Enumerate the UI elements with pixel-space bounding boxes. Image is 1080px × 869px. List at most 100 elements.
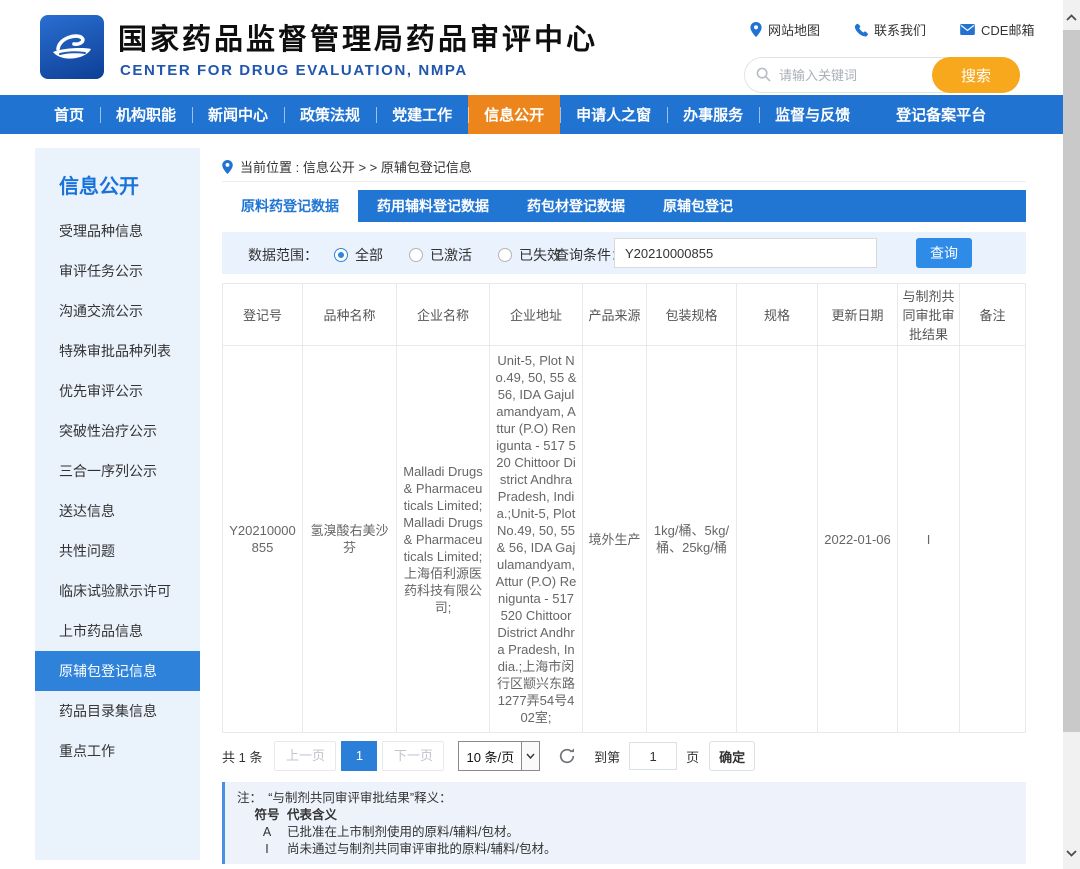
note-box: 注： “与制剂共同审评审批结果”释义： 符号 代表含义 A 已批准在上市制剂使用… (222, 782, 1026, 864)
page-size-value: 10 条/页 (459, 747, 521, 766)
page-size-select[interactable]: 10 条/页 (458, 741, 540, 771)
sidebar-item[interactable]: 原辅包登记信息 (35, 651, 200, 691)
swan-icon (49, 26, 95, 68)
note-symbol: A (251, 824, 283, 841)
filter-bar: 数据范围： 全部 已激活 已失效 查询条件： 查询 (222, 232, 1026, 274)
next-page-button[interactable]: 下一页 (382, 741, 444, 771)
nav-item[interactable]: 申请人之窗 (560, 95, 667, 134)
pagination: 共 1 条 上一页 1 下一页 10 条/页 到第 页 确定 (222, 741, 1026, 771)
tab[interactable]: 药包材登记数据 (508, 190, 644, 222)
sidebar-item[interactable]: 送达信息 (35, 491, 200, 531)
sidebar-item[interactable]: 审评任务公示 (35, 251, 200, 291)
breadcrumb: 当前位置 : 信息公开 > > 原辅包登记信息 (222, 152, 1026, 182)
sitemap-label: 网站地图 (768, 20, 820, 39)
sidebar-title: 信息公开 (35, 148, 200, 211)
search-icon (756, 67, 771, 82)
column-header: 包装规格 (647, 284, 737, 346)
site-subtitle: CENTER FOR DRUG EVALUATION, NMPA (120, 62, 468, 79)
nav-item[interactable]: 党建工作 (376, 95, 468, 134)
sidebar-item[interactable]: 共性问题 (35, 531, 200, 571)
page-number-button[interactable]: 1 (341, 741, 377, 771)
main-nav: 首页机构职能新闻中心政策法规党建工作信息公开申请人之窗办事服务监督与反馈登记备案… (0, 95, 1063, 134)
table-cell: Y20210000855 (223, 346, 303, 733)
sidebar-item[interactable]: 三合一序列公示 (35, 451, 200, 491)
breadcrumb-text: 当前位置 : 信息公开 > > 原辅包登记信息 (240, 157, 472, 176)
chevron-down-icon (521, 742, 539, 770)
sidebar-menu: 受理品种信息审评任务公示沟通交流公示特殊审批品种列表优先审评公示突破性治疗公示三… (35, 211, 200, 771)
table-header-row: 登记号品种名称企业名称企业地址产品来源包装规格规格更新日期与制剂共同审批审批结果… (223, 284, 1026, 346)
scroll-down-icon[interactable] (1066, 844, 1077, 862)
map-pin-icon (750, 22, 762, 37)
column-header: 与制剂共同审批审批结果 (898, 284, 960, 346)
sidebar-item[interactable]: 受理品种信息 (35, 211, 200, 251)
table-cell: 1kg/桶、5kg/桶、25kg/桶 (647, 346, 737, 733)
note-row: 符号 代表含义 (237, 807, 1016, 824)
sitemap-link[interactable]: 网站地图 (750, 20, 820, 39)
site-header: 国家药品监督管理局药品审评中心 CENTER FOR DRUG EVALUATI… (0, 0, 1063, 95)
goto-page-input[interactable] (629, 742, 677, 770)
cde-logo (40, 15, 104, 79)
note-meaning: 已批准在上市制剂使用的原料/辅料/包材。 (287, 824, 519, 841)
table-cell: I (898, 346, 960, 733)
contact-label: 联系我们 (874, 20, 926, 39)
sidebar-item[interactable]: 特殊审批品种列表 (35, 331, 200, 371)
table-cell: Malladi Drugs & Pharmaceuticals Limited;… (397, 346, 490, 733)
mail-label: CDE邮箱 (981, 20, 1034, 39)
refresh-icon[interactable] (558, 747, 576, 765)
column-header: 企业名称 (397, 284, 490, 346)
page: 国家药品监督管理局药品审评中心 CENTER FOR DRUG EVALUATI… (0, 0, 1063, 869)
column-header: 更新日期 (818, 284, 898, 346)
table-body: Y20210000855氢溴酸右美沙芬Malladi Drugs & Pharm… (223, 346, 1026, 733)
note-row: A 已批准在上市制剂使用的原料/辅料/包材。 (237, 824, 1016, 841)
radio-option[interactable]: 全部 (334, 245, 383, 265)
tab[interactable]: 药用辅料登记数据 (358, 190, 508, 222)
sidebar-item[interactable]: 突破性治疗公示 (35, 411, 200, 451)
nav-item[interactable]: 监督与反馈 (759, 95, 866, 134)
radio-circle-icon (498, 248, 512, 262)
nav-item[interactable]: 政策法规 (284, 95, 376, 134)
nav-item[interactable]: 首页 (38, 95, 100, 134)
scroll-up-icon[interactable] (1066, 8, 1077, 26)
radio-label: 全部 (355, 245, 383, 265)
radio-option[interactable]: 已激活 (409, 245, 472, 265)
header-quick-links: 网站地图 联系我们 CDE邮箱 (750, 20, 1034, 39)
table-cell: 境外生产 (583, 346, 647, 733)
sidebar-item[interactable]: 优先审评公示 (35, 371, 200, 411)
nav-item[interactable]: 办事服务 (667, 95, 759, 134)
prev-page-button[interactable]: 上一页 (274, 741, 336, 771)
radio-circle-icon (409, 248, 423, 262)
scrollbar-thumb[interactable] (1063, 30, 1080, 732)
mail-link[interactable]: CDE邮箱 (960, 20, 1034, 39)
site-title: 国家药品监督管理局药品审评中心 (118, 16, 598, 58)
sidebar-item[interactable]: 药品目录集信息 (35, 691, 200, 731)
radio-option[interactable]: 已失效 (498, 245, 561, 265)
page-unit-label: 页 (686, 747, 699, 766)
note-title: 注： “与制剂共同审评审批结果”释义： (237, 787, 1016, 807)
table-cell: 2022-01-06 (818, 346, 898, 733)
nav-item[interactable]: 登记备案平台 (880, 95, 1002, 134)
confirm-button[interactable]: 确定 (709, 741, 755, 771)
tab[interactable]: 原料药登记数据 (222, 190, 358, 222)
tab[interactable]: 原辅包登记 (644, 190, 752, 222)
main-content: 当前位置 : 信息公开 > > 原辅包登记信息 原料药登记数据药用辅料登记数据药… (222, 152, 1026, 864)
contact-link[interactable]: 联系我们 (854, 20, 926, 39)
sidebar-item[interactable]: 沟通交流公示 (35, 291, 200, 331)
note-symbol: 符号 (251, 807, 283, 824)
phone-icon (854, 23, 868, 37)
query-input[interactable] (614, 238, 877, 268)
sidebar-item[interactable]: 重点工作 (35, 731, 200, 771)
nav-item[interactable]: 机构职能 (100, 95, 192, 134)
vertical-scrollbar[interactable] (1063, 0, 1080, 869)
results-table: 登记号品种名称企业名称企业地址产品来源包装规格规格更新日期与制剂共同审批审批结果… (222, 283, 1026, 733)
nav-item[interactable]: 信息公开 (468, 95, 560, 134)
table-cell: 氢溴酸右美沙芬 (303, 346, 397, 733)
query-button[interactable]: 查询 (916, 238, 972, 268)
column-header: 品种名称 (303, 284, 397, 346)
nav-item[interactable]: 新闻中心 (192, 95, 284, 134)
sidebar-item[interactable]: 临床试验默示许可 (35, 571, 200, 611)
table-cell (737, 346, 818, 733)
note-row: I 尚未通过与制剂共同审评审批的原料/辅料/包材。 (237, 841, 1016, 858)
column-header: 规格 (737, 284, 818, 346)
search-button[interactable]: 搜索 (932, 57, 1020, 93)
sidebar-item[interactable]: 上市药品信息 (35, 611, 200, 651)
